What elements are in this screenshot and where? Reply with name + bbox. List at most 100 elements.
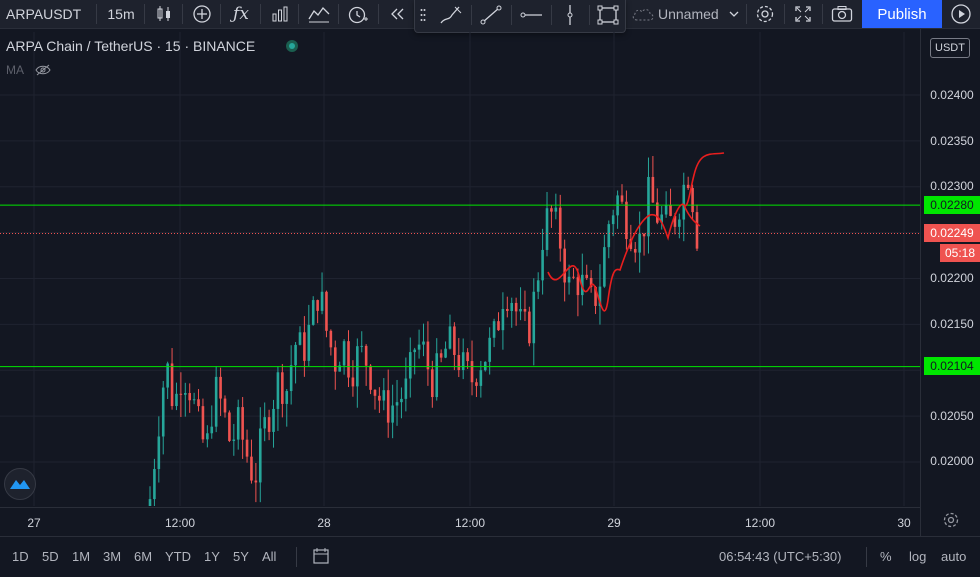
candle-body [554,207,558,212]
range-1m-button[interactable]: 1M [72,549,90,564]
candle-body [519,308,522,312]
candlestick-series [148,156,699,506]
candle-body [642,233,646,237]
currency-button[interactable]: USDT [930,38,970,58]
candle-body [572,276,575,278]
candle-body [175,393,178,407]
candle-body [382,390,386,401]
toolbar-divider [296,547,297,567]
current-price-label: 0.02249 [924,224,980,242]
candle-body [413,349,416,353]
candle-body [620,195,624,202]
chart-settings-gear-icon[interactable] [942,511,960,534]
candle-body [523,308,527,312]
candle-body [285,391,289,404]
price-chart[interactable] [0,0,980,576]
range-3m-button[interactable]: 3M [103,549,121,564]
candle-body [228,412,231,441]
candle-body [263,417,266,429]
candle-body [603,247,606,287]
candle-body [501,308,505,331]
candle-body [567,276,571,283]
candle-body [400,398,403,403]
candle-body [294,344,297,366]
percent-scale-toggle[interactable]: % [880,549,892,564]
candle-body [404,378,408,399]
auto-scale-toggle[interactable]: auto [941,549,966,564]
time-axis[interactable]: 27 12:00 28 12:00 29 12:00 30 [0,507,920,536]
candle-body [311,300,315,325]
candle-body [558,207,562,249]
clock-timezone-button[interactable]: 06:54:43 (UTC+5:30) [719,549,841,564]
price-tick: 0.02150 [930,317,974,331]
time-tick: 30 [897,516,911,530]
range-5y-button[interactable]: 5Y [233,549,249,564]
candle-body [651,176,655,203]
candle-body [161,387,165,437]
date-range-icon[interactable] [312,547,330,570]
candle-body [320,291,324,311]
candle-body [316,300,319,311]
candle-body [506,308,509,311]
candle-body [611,215,615,225]
candle-body [179,393,183,395]
range-1y-button[interactable]: 1Y [204,549,220,564]
candle-body [188,393,192,401]
candle-body [267,417,271,432]
candle-body [695,212,699,249]
candle-body [541,249,544,281]
candle-body [245,439,249,457]
price-tick: 0.02000 [930,454,974,468]
candle-body [395,402,399,406]
candle-body [682,184,686,220]
range-1d-button[interactable]: 1D [12,549,29,564]
chart-legend-title: ARPA Chain / TetherUS · 15 · BINANCE [6,38,256,54]
time-tick: 12:00 [164,516,196,530]
candle-body [272,408,275,432]
candle-body [210,426,214,434]
candle-body [170,363,174,407]
candle-body [236,407,240,440]
range-ytd-button[interactable]: YTD [165,549,191,564]
candle-body [408,352,412,379]
candle-body [289,365,293,392]
range-6m-button[interactable]: 6M [134,549,152,564]
candle-body [329,330,333,348]
candle-body [647,176,650,237]
price-tick: 0.02350 [930,134,974,148]
candle-body [197,399,200,407]
bottom-toolbar: 1D 5D 1M 3M 6M YTD 1Y 5Y All 06:54:43 (U… [0,536,980,577]
currency-label: USDT [935,42,965,54]
time-tick: 12:00 [744,516,776,530]
candle-body [439,353,443,358]
candle-body [254,480,258,483]
candle-body [545,208,549,250]
market-status-icon[interactable] [286,40,298,52]
candle-body [607,224,611,248]
horizontal-line-price-label[interactable]: 0.02280 [924,196,980,214]
candle-body [364,345,368,366]
candle-body [457,355,461,371]
log-scale-toggle[interactable]: log [909,549,926,564]
candle-body [351,377,355,387]
indicator-legend-ma[interactable]: MA [6,63,51,77]
candle-body [360,345,364,347]
time-tick: 27 [27,516,41,530]
candle-body [470,361,474,383]
candle-body [386,390,390,423]
indicator-name: MA [6,63,24,77]
range-all-button[interactable]: All [262,549,276,564]
chart-grid [0,28,921,536]
candle-body [479,370,483,386]
candle-body [276,372,280,409]
candle-body [444,348,447,358]
candle-body [475,382,478,386]
candle-body [585,274,589,278]
candle-body [223,398,227,413]
range-5d-button[interactable]: 5D [42,549,59,564]
chart-overlays [0,152,920,368]
candle-body [417,344,421,350]
tradingview-logo-icon[interactable] [4,468,36,500]
time-tick: 28 [317,516,331,530]
horizontal-line-price-label[interactable]: 0.02104 [924,357,980,375]
